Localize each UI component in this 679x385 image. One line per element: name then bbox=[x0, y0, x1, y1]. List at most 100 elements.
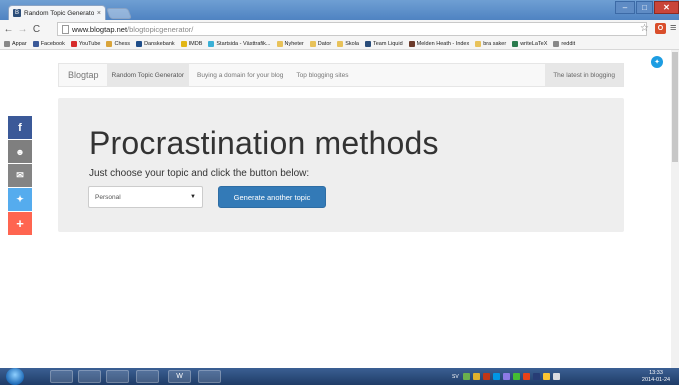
bookmark-icon bbox=[337, 40, 344, 47]
share-email-button[interactable]: ✉ bbox=[8, 164, 32, 187]
bookmark-icon bbox=[4, 40, 10, 47]
tray-icon[interactable] bbox=[462, 373, 470, 380]
bookmark-icon bbox=[208, 40, 215, 47]
tray-icon[interactable] bbox=[492, 373, 500, 380]
taskbar-clock[interactable]: 13:33 2014-01-24 bbox=[637, 368, 675, 385]
volume-icon[interactable] bbox=[552, 373, 560, 380]
bookmark-label: Team Liquid bbox=[372, 40, 403, 47]
tray-icon[interactable] bbox=[472, 373, 480, 380]
bookmark-label: Nyheter bbox=[284, 40, 304, 47]
system-tray: SV bbox=[452, 370, 563, 383]
url-host: www.blogtap.net bbox=[72, 24, 128, 34]
taskbar-word-icon[interactable]: W bbox=[168, 370, 191, 383]
browser-tab[interactable]: B Random Topic Generator × bbox=[8, 5, 106, 20]
facebook-icon: f bbox=[18, 121, 22, 134]
taskbar-paint-icon[interactable] bbox=[198, 370, 221, 383]
bookmark-item[interactable]: Chess bbox=[106, 40, 131, 47]
taskbar-chrome-icon[interactable] bbox=[136, 370, 159, 383]
brand-link[interactable]: Blogtap bbox=[68, 70, 99, 80]
bookmark-item[interactable]: Skola bbox=[337, 40, 359, 47]
bookmark-label: Danskebank bbox=[144, 40, 175, 47]
reddit-icon: ☻ bbox=[15, 146, 25, 157]
window-close-button[interactable]: ✕ bbox=[654, 1, 679, 14]
back-icon[interactable]: ← bbox=[3, 24, 14, 35]
tray-icon[interactable] bbox=[512, 373, 520, 380]
tray-icon[interactable] bbox=[522, 373, 530, 380]
bookmark-item[interactable]: reddit bbox=[553, 40, 576, 47]
bookmark-item[interactable]: Team Liquid bbox=[364, 40, 403, 47]
scrollbar-thumb[interactable] bbox=[672, 52, 678, 162]
taskbar-app-icon[interactable] bbox=[78, 370, 101, 383]
url-path: /blogtopicgenerator/ bbox=[127, 24, 194, 34]
bookmark-label: Startsida - Västtrafik... bbox=[216, 40, 271, 47]
select-caret-icon: ▼ bbox=[190, 194, 196, 200]
bookmark-label: Facebook bbox=[40, 40, 65, 47]
bookmark-star-icon[interactable]: ☆ bbox=[640, 23, 649, 34]
window-maximize-button[interactable]: □ bbox=[636, 1, 653, 14]
bookmark-icon bbox=[364, 40, 371, 47]
extension-icon[interactable]: O bbox=[655, 23, 666, 34]
bookmark-item[interactable]: Nyheter bbox=[276, 40, 304, 47]
taskbar-media-icon[interactable] bbox=[106, 370, 129, 383]
new-tab-button[interactable] bbox=[105, 8, 133, 19]
generate-topic-button[interactable]: Generate another topic bbox=[218, 186, 326, 208]
share-facebook-button[interactable]: f bbox=[8, 116, 32, 139]
nav-link-buying-domain[interactable]: Buying a domain for your blog bbox=[197, 63, 283, 87]
bookmark-label: YouTube bbox=[78, 40, 101, 47]
bookmark-label: bra saker bbox=[483, 40, 507, 47]
twitter-icon: ✦ bbox=[16, 194, 24, 204]
bookmark-item[interactable]: Danskebank bbox=[136, 40, 175, 47]
bookmark-item[interactable]: IMDB bbox=[180, 40, 203, 47]
share-more-button[interactable]: + bbox=[8, 212, 32, 235]
bookmark-item[interactable]: Appar bbox=[4, 40, 27, 47]
hero-title: Procrastination methods bbox=[89, 125, 439, 161]
bookmark-item[interactable]: bra saker bbox=[475, 40, 507, 47]
bookmark-icon bbox=[276, 40, 283, 47]
chrome-menu-icon[interactable]: ≡ bbox=[670, 22, 676, 34]
twitter-extension-icon[interactable]: ✦ bbox=[651, 56, 663, 68]
tab-close-icon[interactable]: × bbox=[97, 10, 101, 17]
tab-title: Random Topic Generator bbox=[24, 9, 94, 17]
tray-icon[interactable] bbox=[542, 373, 550, 380]
bookmark-item[interactable]: Facebook bbox=[32, 40, 65, 47]
hero-lead: Just choose your topic and click the but… bbox=[89, 168, 310, 179]
bookmark-label: writeLaTeX bbox=[520, 40, 548, 47]
bookmark-item[interactable]: YouTube bbox=[70, 40, 101, 47]
nav-link-random-topic-generator[interactable]: Random Topic Generator bbox=[106, 63, 190, 87]
page-icon bbox=[62, 24, 69, 34]
bookmark-label: IMDB bbox=[188, 40, 203, 47]
share-twitter-button[interactable]: ✦ bbox=[8, 188, 32, 211]
clock-time: 13:33 bbox=[649, 369, 663, 376]
bookmark-label: reddit bbox=[561, 40, 576, 47]
bookmark-icon bbox=[309, 40, 316, 47]
bookmark-icon bbox=[553, 40, 560, 47]
bookmark-icon bbox=[106, 40, 113, 47]
bookmark-label: Dator bbox=[317, 40, 332, 47]
bookmark-item[interactable]: Startsida - Västtrafik... bbox=[208, 40, 271, 47]
windows-taskbar bbox=[0, 368, 679, 385]
bookmark-icon bbox=[475, 40, 482, 47]
bookmark-item[interactable]: Dator bbox=[309, 40, 332, 47]
bookmark-label: Chess bbox=[114, 40, 131, 47]
bookmark-label: Melden Heath - Index bbox=[416, 40, 470, 47]
topic-select[interactable]: Personal ▼ bbox=[88, 186, 203, 208]
tray-icon[interactable] bbox=[502, 373, 510, 380]
tray-language[interactable]: SV bbox=[452, 374, 459, 380]
plus-icon: + bbox=[16, 216, 24, 231]
tray-icon[interactable] bbox=[482, 373, 490, 380]
window-minimize-button[interactable]: – bbox=[615, 1, 635, 14]
site-navbar: Blogtap Random Topic Generator Buying a … bbox=[58, 63, 624, 87]
bookmark-icon bbox=[408, 40, 415, 47]
share-reddit-button[interactable]: ☻ bbox=[8, 140, 32, 163]
start-button[interactable] bbox=[6, 368, 24, 385]
nav-link-latest-in-blogging[interactable]: The latest in blogging bbox=[545, 64, 623, 86]
tray-icon[interactable] bbox=[532, 373, 540, 380]
forward-icon[interactable]: → bbox=[17, 24, 28, 35]
bookmark-item[interactable]: Melden Heath - Index bbox=[408, 40, 470, 47]
bookmark-icon bbox=[180, 40, 187, 47]
reload-icon[interactable]: C bbox=[31, 24, 42, 35]
bookmark-item[interactable]: writeLaTeX bbox=[512, 40, 548, 47]
address-bar[interactable]: www.blogtap.net/blogtopicgenerator/ bbox=[57, 22, 647, 36]
nav-link-top-blogging-sites[interactable]: Top blogging sites bbox=[296, 63, 348, 87]
taskbar-explorer-icon[interactable] bbox=[50, 370, 73, 383]
